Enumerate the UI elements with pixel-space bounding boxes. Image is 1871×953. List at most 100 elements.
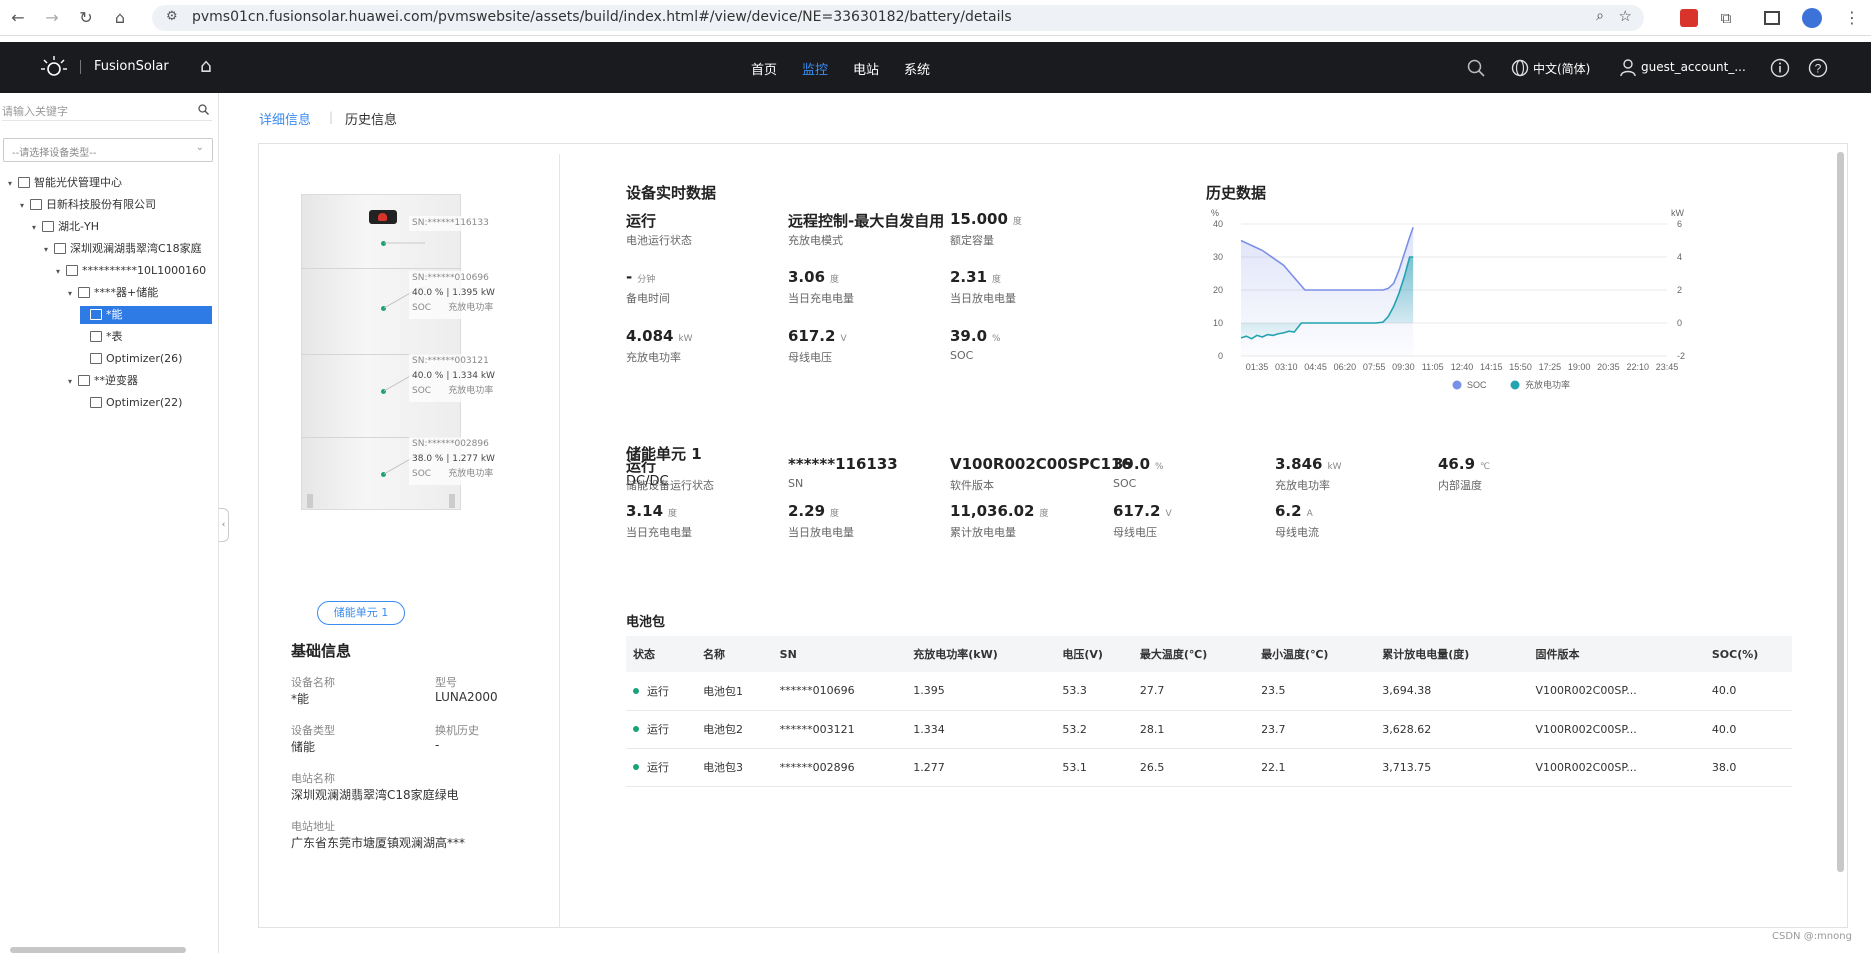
info-icon[interactable] <box>1770 58 1790 78</box>
table-row[interactable]: 运行 电池包1 ******010696 1.395 53.3 27.7 23.5 3,694… <box>626 672 1792 711</box>
table-header-cell[interactable]: 固件版本 <box>1528 636 1705 672</box>
sidebar-toggle-icon[interactable] <box>1764 11 1780 25</box>
module-info-card: SN:******003121 40.0 % | 1.334 kW SOC 充放… <box>409 354 499 402</box>
metric-unit: A <box>1306 509 1313 519</box>
metric-unit: 度 <box>992 275 1002 285</box>
tree-node[interactable]: ▾ 湖北-YH <box>32 218 99 236</box>
expand-arrow-icon[interactable]: ▾ <box>8 175 18 193</box>
metric-value: 3.846 kW <box>1275 455 1342 473</box>
expand-arrow-icon[interactable]: ▾ <box>68 373 78 391</box>
tree-node-label: 日新科技股份有限公司 <box>46 198 156 211</box>
metric-value: 11,036.02 度 <box>950 502 1049 520</box>
search-icon[interactable] <box>198 104 209 115</box>
x-tick-label: 03:10 <box>1275 362 1298 372</box>
table-cell: V100R002C00SP... <box>1528 672 1705 711</box>
tree-node[interactable]: ▾ 深圳观澜湖翡翠湾C18家庭 <box>44 240 202 258</box>
browser-menu-icon[interactable]: ⋮ <box>1840 6 1864 30</box>
device-node-icon <box>90 331 102 342</box>
table-header-cell[interactable]: 最小温度(℃) <box>1254 636 1376 672</box>
storage-unit-button[interactable]: 储能单元 1 <box>317 601 405 625</box>
metric-value: 39.0% <box>950 327 1001 345</box>
table-cell: 40.0 <box>1704 672 1792 711</box>
help-icon[interactable]: ? <box>1808 58 1828 78</box>
tab-details[interactable]: 详细信息 <box>259 109 311 128</box>
home-nav-icon[interactable]: ⌂ <box>200 55 212 77</box>
tree-node[interactable]: *能 <box>80 306 212 324</box>
table-cell: 1.277 <box>906 748 1056 787</box>
language-selector[interactable]: 中文(简体) <box>1533 60 1590 77</box>
expand-arrow-icon[interactable]: ▾ <box>20 197 30 215</box>
tree-node[interactable]: *表 <box>80 328 123 346</box>
table-header-cell[interactable]: 名称 <box>696 636 773 672</box>
table-cell: ******010696 <box>772 672 907 711</box>
tree-search-input[interactable]: 请输入关键字 <box>2 99 212 121</box>
user-account[interactable]: guest_account_... <box>1641 60 1746 74</box>
forward-icon[interactable]: → <box>40 6 64 30</box>
table-header-cell[interactable]: SOC(%) <box>1704 636 1792 672</box>
extension-icon[interactable] <box>1680 9 1698 27</box>
expand-arrow-icon[interactable]: ▾ <box>32 219 42 237</box>
detail-panel: SN:******116133 SN:******010696 40.0 % |… <box>258 143 1848 928</box>
history-chart-title: 历史数据 <box>1206 184 1267 202</box>
expand-arrow-icon[interactable]: ▾ <box>56 263 66 281</box>
metric-unit: 度 <box>830 509 840 519</box>
metric-value: 远程控制-最大自发自用 <box>788 212 945 230</box>
menu-home[interactable]: 首页 <box>751 59 777 78</box>
menu-station[interactable]: 电站 <box>853 59 879 78</box>
metric-label: 电池运行状态 <box>626 234 692 247</box>
y-right-unit: kW <box>1671 208 1685 218</box>
table-cell: 53.1 <box>1055 748 1133 787</box>
globe-icon[interactable] <box>1511 59 1529 77</box>
url-text: pvms01cn.fusionsolar.huawei.com/pvmswebs… <box>192 9 1012 25</box>
soc-area <box>1241 227 1414 356</box>
x-tick-label: 20:35 <box>1597 362 1620 372</box>
zoom-icon[interactable]: ⌕ <box>1596 8 1604 24</box>
home-icon[interactable]: ⌂ <box>108 6 132 30</box>
device-type-select[interactable]: --请选择设备类型-- ⌄ <box>3 138 213 162</box>
table-header-cell[interactable]: 电压(V) <box>1055 636 1133 672</box>
menu-monitor[interactable]: 监控 <box>802 59 828 78</box>
realtime-data-title: 设备实时数据 <box>626 184 717 202</box>
panel-scrollbar[interactable] <box>1837 152 1844 872</box>
x-tick-label: 14:15 <box>1480 362 1503 372</box>
profile-avatar-icon[interactable] <box>1802 8 1822 28</box>
search-icon[interactable] <box>1467 59 1485 77</box>
table-cell: 23.5 <box>1254 672 1376 711</box>
tree-node[interactable]: Optimizer(26) <box>80 350 182 368</box>
tree-node[interactable]: ▾ 智能光伏管理中心 <box>8 174 122 192</box>
table-header-cell[interactable]: 累计放电电量(度) <box>1375 636 1529 672</box>
expand-arrow-icon[interactable]: ▾ <box>44 241 54 259</box>
device-node-icon <box>78 287 90 298</box>
tree-node[interactable]: ▾ 日新科技股份有限公司 <box>20 196 156 214</box>
expand-arrow-icon[interactable]: ▾ <box>68 285 78 303</box>
table-header-cell[interactable]: SN <box>772 636 907 672</box>
back-icon[interactable]: ← <box>6 6 30 30</box>
tree-node[interactable]: ▾ **逆变器 <box>68 372 138 390</box>
bookmark-star-icon[interactable]: ☆ <box>1619 7 1632 25</box>
table-cell: ******003121 <box>772 710 907 749</box>
metric-value: 617.2 V <box>1113 502 1172 520</box>
tree-node[interactable]: ▾ **********10L1000160 <box>56 262 206 280</box>
table-header-cell[interactable]: 状态 <box>626 636 697 672</box>
tab-history[interactable]: 历史信息 <box>345 109 397 128</box>
sidebar-horizontal-scrollbar[interactable] <box>10 947 186 953</box>
metric-label: 累计放电电量 <box>950 526 1016 539</box>
table-header-cell[interactable]: 最大温度(℃) <box>1132 636 1255 672</box>
table-row[interactable]: 运行 电池包2 ******003121 1.334 53.2 28.1 23.7 3,628… <box>626 710 1792 749</box>
table-row[interactable]: 运行 电池包3 ******002896 1.277 53.1 26.5 22.1 3,713… <box>626 748 1792 787</box>
fusionsolar-logo-icon <box>41 56 67 76</box>
metric-label: 母线电流 <box>1275 526 1319 539</box>
tree-node-label: Optimizer(22) <box>106 396 183 409</box>
reload-icon[interactable]: ↻ <box>74 6 98 30</box>
tree-node-label: 湖北-YH <box>58 220 99 233</box>
tree-node[interactable]: ▾ ****器+储能 <box>68 284 158 302</box>
site-settings-icon[interactable]: ⚙ <box>166 9 178 24</box>
address-bar[interactable]: ⚙ pvms01cn.fusionsolar.huawei.com/pvmswe… <box>152 5 1644 31</box>
tree-node-label: ****器+储能 <box>94 286 159 299</box>
station-name-value: 深圳观澜湖翡翠湾C18家庭绿电 <box>291 788 459 802</box>
menu-system[interactable]: 系统 <box>904 59 930 78</box>
extensions-puzzle-icon[interactable]: ⧉ <box>1714 6 1738 30</box>
tree-node[interactable]: Optimizer(22) <box>80 394 182 412</box>
table-header-cell[interactable]: 充放电功率(kW) <box>906 636 1056 672</box>
metric-unit: 度 <box>668 509 678 519</box>
